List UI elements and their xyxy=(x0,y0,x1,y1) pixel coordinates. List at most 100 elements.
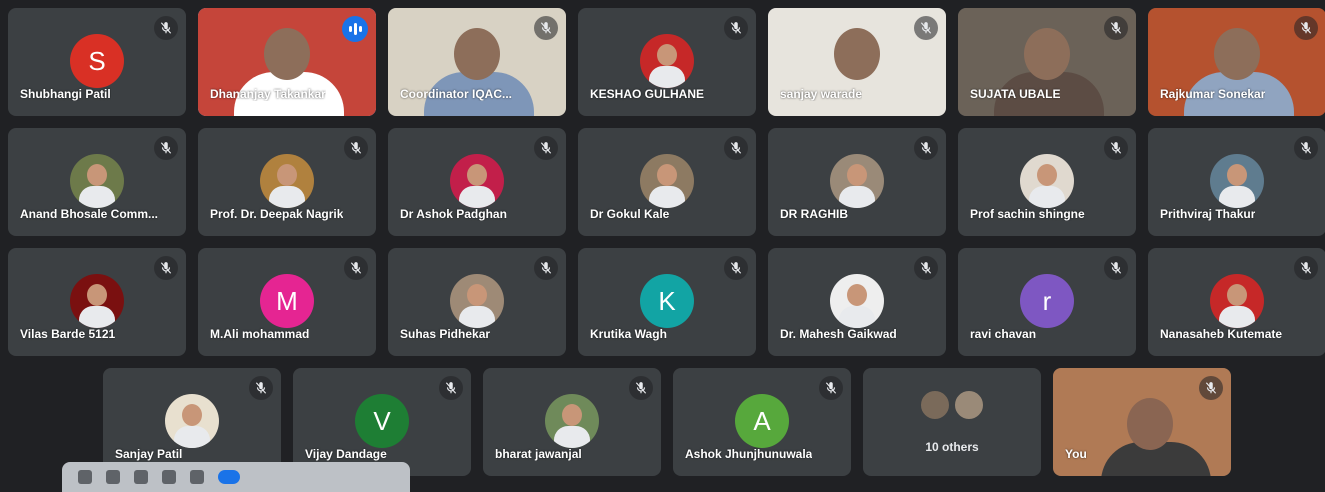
avatar-photo xyxy=(545,394,599,448)
partial-toolbar[interactable] xyxy=(62,462,410,492)
mic-off-icon xyxy=(1199,376,1223,400)
self-tile[interactable]: You xyxy=(1053,368,1231,476)
participant-tile[interactable]: V Vijay Dandage xyxy=(293,368,471,476)
participant-name: sanjay warade xyxy=(780,87,863,101)
avatar-head xyxy=(87,284,107,306)
avatar-photo xyxy=(830,154,884,208)
participant-tile[interactable]: Prof sachin shingne xyxy=(958,128,1136,236)
chevron-down-icon[interactable] xyxy=(78,470,92,484)
video-person-head xyxy=(1214,28,1260,80)
participant-tile[interactable]: Prof. Dr. Deepak Nagrik xyxy=(198,128,376,236)
avatar-head xyxy=(847,164,867,186)
others-avatar xyxy=(954,390,984,420)
mic-off-icon xyxy=(1294,136,1318,160)
mic-off-icon xyxy=(534,256,558,280)
avatar-body xyxy=(1219,186,1255,208)
pen-icon[interactable] xyxy=(162,470,176,484)
participant-name: bharat jawanjal xyxy=(495,447,582,461)
avatar-photo xyxy=(1210,154,1264,208)
avatar-photo xyxy=(830,274,884,328)
others-label: 10 others xyxy=(925,440,979,454)
note-icon[interactable] xyxy=(106,470,120,484)
avatar-head xyxy=(277,164,297,186)
avatar-head xyxy=(657,44,677,66)
participant-tile[interactable]: DR RAGHIB xyxy=(768,128,946,236)
avatar-body xyxy=(174,426,210,448)
participant-tile[interactable]: Dr Gokul Kale xyxy=(578,128,756,236)
participant-name: Shubhangi Patil xyxy=(20,87,111,101)
avatar-body xyxy=(79,186,115,208)
participant-tile[interactable]: Sanjay Patil xyxy=(103,368,281,476)
participant-name: Prithviraj Thakur xyxy=(1160,207,1256,221)
avatar-photo xyxy=(640,154,694,208)
participant-tile[interactable]: Nanasaheb Kutemate xyxy=(1148,248,1325,356)
avatar-body xyxy=(1219,306,1255,328)
toggle-icon[interactable] xyxy=(218,470,240,484)
participant-tile[interactable]: Dr. Mahesh Gaikwad xyxy=(768,248,946,356)
participant-tile[interactable]: S Shubhangi Patil xyxy=(8,8,186,116)
participant-tile[interactable]: bharat jawanjal xyxy=(483,368,661,476)
video-person-head xyxy=(454,28,500,80)
mic-off-icon xyxy=(819,376,843,400)
participant-tile[interactable]: A Ashok Jhunjhunuwala xyxy=(673,368,851,476)
participant-tile[interactable]: Anand Bhosale Comm... xyxy=(8,128,186,236)
participant-name: Suhas Pidhekar xyxy=(400,327,491,341)
participant-name: Krutika Wagh xyxy=(590,327,667,341)
participant-name: SUJATA UBALE xyxy=(970,87,1061,101)
avatar-head xyxy=(562,404,582,426)
mic-off-icon xyxy=(1104,256,1128,280)
participant-tile[interactable]: sanjay warade xyxy=(768,8,946,116)
avatar-body xyxy=(649,66,685,88)
participant-tile[interactable]: Suhas Pidhekar xyxy=(388,248,566,356)
mic-off-icon xyxy=(534,16,558,40)
participant-name: Dr. Mahesh Gaikwad xyxy=(780,327,897,341)
mic-off-icon xyxy=(249,376,273,400)
participant-tile[interactable]: Rajkumar Sonekar xyxy=(1148,8,1325,116)
participant-name: KESHAO GULHANE xyxy=(590,87,705,101)
mic-off-icon xyxy=(724,136,748,160)
participant-tile[interactable]: Coordinator IQAC... xyxy=(388,8,566,116)
mic-off-icon xyxy=(914,136,938,160)
participant-name: M.Ali mohammad xyxy=(210,327,310,341)
avatar-photo xyxy=(70,274,124,328)
participant-name: DR RAGHIB xyxy=(780,207,848,221)
participant-grid: S Shubhangi Patil Dhananjay Takankar Coordi… xyxy=(0,0,1325,483)
mic-off-icon xyxy=(629,376,653,400)
participant-tile[interactable]: Vilas Barde 5121 xyxy=(8,248,186,356)
video-person-head xyxy=(1127,398,1173,450)
avatar: S xyxy=(70,34,124,88)
participant-tile[interactable]: M M.Ali mohammad xyxy=(198,248,376,356)
avatar-head xyxy=(1227,164,1247,186)
avatar-head xyxy=(657,164,677,186)
participant-tile[interactable]: Dr Ashok Padghan xyxy=(388,128,566,236)
others-tile[interactable]: 10 others xyxy=(863,368,1041,476)
mic-off-icon xyxy=(1104,136,1128,160)
mic-off-icon xyxy=(439,376,463,400)
mic-off-icon xyxy=(914,256,938,280)
participant-tile[interactable]: Dhananjay Takankar xyxy=(198,8,376,116)
participant-name: Prof. Dr. Deepak Nagrik xyxy=(210,207,344,221)
participant-tile[interactable]: Prithviraj Thakur xyxy=(1148,128,1325,236)
participant-tile[interactable]: r ravi chavan xyxy=(958,248,1136,356)
avatar-photo xyxy=(450,274,504,328)
sticker-icon[interactable] xyxy=(134,470,148,484)
avatar-photo xyxy=(1210,274,1264,328)
avatar-photo xyxy=(1020,154,1074,208)
video-person-head xyxy=(264,28,310,80)
participant-tile[interactable]: KESHAO GULHANE xyxy=(578,8,756,116)
participant-name: Rajkumar Sonekar xyxy=(1160,87,1266,101)
participant-tile[interactable]: SUJATA UBALE xyxy=(958,8,1136,116)
settings-icon[interactable] xyxy=(190,470,204,484)
participant-name: Dhananjay Takankar xyxy=(210,87,326,101)
avatar-head xyxy=(1227,284,1247,306)
participant-tile[interactable]: K Krutika Wagh xyxy=(578,248,756,356)
avatar: M xyxy=(260,274,314,328)
avatar: V xyxy=(355,394,409,448)
participant-name: Anand Bhosale Comm... xyxy=(20,207,159,221)
mic-off-icon xyxy=(1294,16,1318,40)
participant-name: Dr Gokul Kale xyxy=(590,207,670,221)
avatar-body xyxy=(1029,186,1065,208)
mic-off-icon xyxy=(154,256,178,280)
participant-name: Coordinator IQAC... xyxy=(400,87,512,101)
mic-off-icon xyxy=(534,136,558,160)
